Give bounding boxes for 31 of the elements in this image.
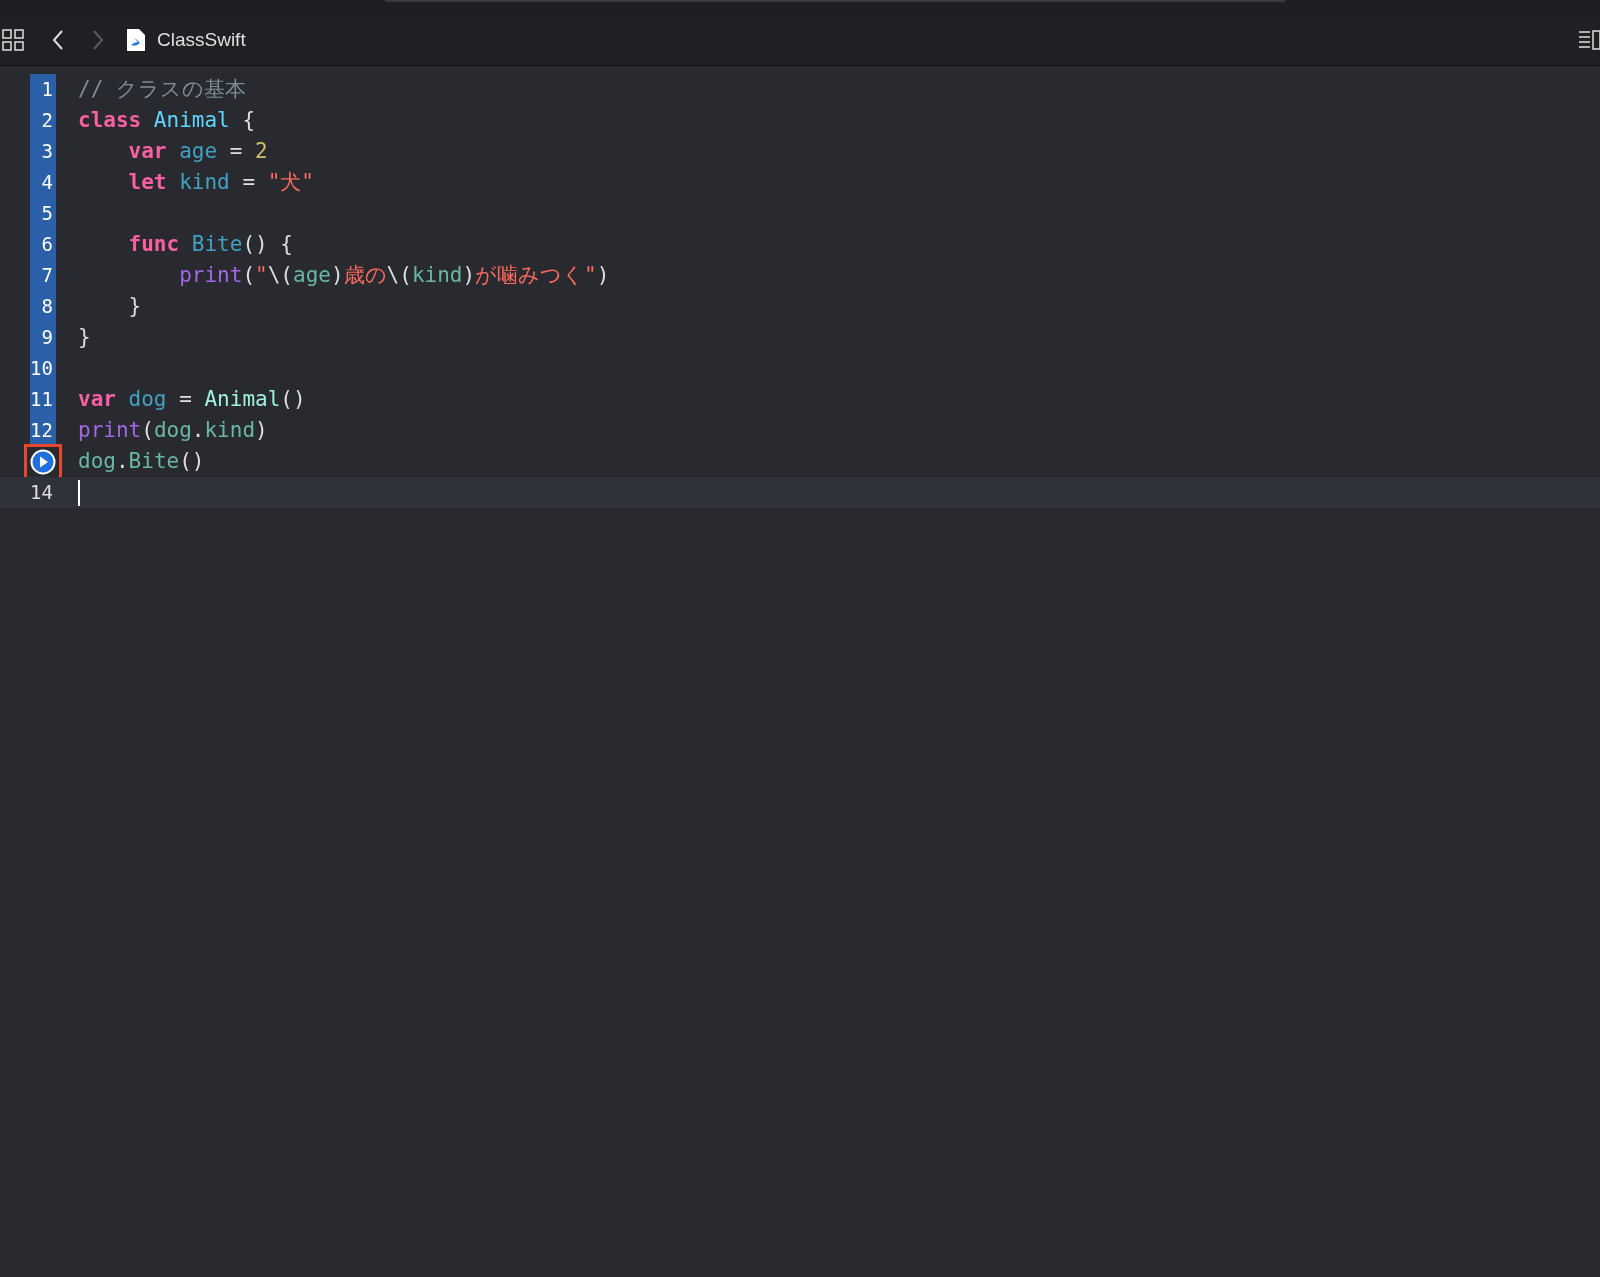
file-icon: [126, 28, 146, 52]
code-line: // クラスの基本: [78, 76, 246, 103]
grid-icon[interactable]: [2, 29, 24, 51]
line-number: 6: [30, 229, 56, 260]
line-number: 11: [30, 384, 56, 415]
line-number: 10: [30, 353, 56, 384]
line-number: 3: [30, 136, 56, 167]
code-line: func Bite() {: [127, 231, 293, 258]
code-line: let kind = "犬": [127, 169, 314, 196]
code-line: class Animal {: [78, 107, 256, 134]
line-number: 2: [30, 105, 56, 136]
line-number: 5: [30, 198, 56, 229]
code-line: print(dog.kind): [78, 417, 268, 444]
list-icon[interactable]: [1578, 29, 1600, 51]
line-number: 12: [30, 415, 56, 446]
code-line: dog.Bite(): [78, 448, 205, 475]
code-line: }: [78, 324, 91, 351]
line-number: 9: [30, 322, 56, 353]
play-icon: [30, 448, 56, 475]
code-line: var dog = Animal(): [78, 386, 306, 413]
back-icon[interactable]: [52, 30, 64, 50]
line-number: 7: [30, 260, 56, 291]
line-number: 14: [29, 480, 54, 506]
text-cursor: [78, 479, 80, 506]
line-number: 1: [30, 74, 56, 105]
code-line: }: [127, 293, 142, 320]
line-number: 8: [30, 291, 56, 322]
line-number: 4: [30, 167, 56, 198]
code-line: print("\(age)歳の\(kind)が噛みつく"): [178, 262, 610, 289]
code-line: var age = 2: [127, 138, 268, 165]
file-title: ClassSwift: [157, 27, 246, 52]
